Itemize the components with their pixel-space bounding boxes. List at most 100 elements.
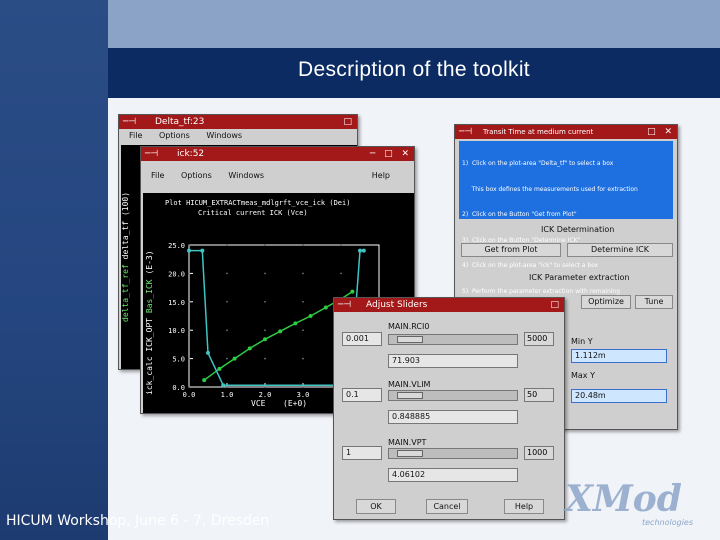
menu-file[interactable]: File xyxy=(151,171,164,180)
min-y-field[interactable]: 1.112m xyxy=(571,349,667,363)
delta-tf-title: Delta_tf:23 xyxy=(155,117,205,127)
grid-dot xyxy=(264,386,266,388)
xmod-logo-subtitle: technologies xyxy=(642,518,693,527)
grid-dot xyxy=(302,386,304,388)
window-menu-icon[interactable]: ─⊣ xyxy=(338,298,351,312)
grid-dot xyxy=(264,329,266,331)
data-point xyxy=(361,248,366,253)
data-point xyxy=(247,346,252,351)
grid-dot xyxy=(226,301,228,303)
menu-windows[interactable]: Windows xyxy=(228,171,264,180)
slider-min-rci0[interactable]: 0.001 xyxy=(342,332,382,346)
determine-ick-button[interactable]: Determine ICK xyxy=(567,243,673,257)
data-point xyxy=(323,305,328,310)
data-point xyxy=(350,289,355,294)
window-controls-icon[interactable]: □ xyxy=(550,298,562,312)
grid-dot xyxy=(264,357,266,360)
slider-thumb-vpt[interactable] xyxy=(397,450,423,457)
ick-parameter-extraction-heading: ICK Parameter extraction xyxy=(529,273,630,282)
data-point xyxy=(200,248,205,253)
y-tick-label: 15.0 xyxy=(168,299,185,307)
slider-max-rci0[interactable]: 5000 xyxy=(524,332,554,346)
window-menu-icon[interactable]: ─⊣ xyxy=(145,147,158,161)
slider-track-rci0[interactable] xyxy=(388,334,518,345)
window-menu-icon[interactable]: ─⊣ xyxy=(123,115,136,129)
optimize-button[interactable]: Optimize xyxy=(581,295,631,309)
grid-dot xyxy=(264,272,266,275)
slider-thumb-rci0[interactable] xyxy=(397,336,423,343)
window-controls-icon[interactable]: □ xyxy=(343,115,355,129)
data-point xyxy=(293,321,298,326)
delta-tf-ylabel-unit: (100) xyxy=(121,191,130,217)
slider-value-rci0[interactable]: 71.903 xyxy=(388,354,518,368)
ok-button[interactable]: OK xyxy=(356,499,396,514)
y-tick-label: 10.0 xyxy=(168,327,185,335)
cancel-button[interactable]: Cancel xyxy=(426,499,468,514)
data-point xyxy=(232,356,237,361)
instruction-line: This box defines the measurements used f… xyxy=(462,185,638,193)
window-controls-icon[interactable]: ─ □ ✕ xyxy=(370,147,412,161)
ick-determination-heading: ICK Determination xyxy=(541,225,615,234)
delta-tf-menubar: File Options Windows xyxy=(119,129,357,143)
slide-title: Description of the toolkit xyxy=(298,58,530,81)
ick-titlebar[interactable]: ─⊣ ick:52 ─ □ ✕ xyxy=(141,147,414,161)
x-tick-label: 1.0 xyxy=(221,391,234,399)
max-y-label: Max Y xyxy=(571,371,595,380)
slider-track-vlim[interactable] xyxy=(388,390,518,401)
instruction-line: 2) Click on the Button "Get from Plot" xyxy=(462,211,577,218)
grid-dot xyxy=(264,244,266,246)
help-button[interactable]: Help xyxy=(504,499,544,514)
sliders-titlebar[interactable]: ─⊣ Adjust Sliders □ xyxy=(334,298,564,312)
ick-xunit: (E+0) xyxy=(283,399,308,408)
get-from-plot-button[interactable]: Get from Plot xyxy=(461,243,561,257)
instructions-panel: 1) Click on the plot-area "Delta_tf" to … xyxy=(459,141,673,320)
grid-dot xyxy=(188,357,190,360)
menu-windows[interactable]: Windows xyxy=(206,131,242,140)
data-point xyxy=(263,337,267,342)
menu-options[interactable]: Options xyxy=(181,171,212,180)
window-controls-icon[interactable]: □ ✕ xyxy=(647,125,675,139)
slider-min-vlim[interactable]: 0.1 xyxy=(342,388,382,402)
menu-options[interactable]: Options xyxy=(159,131,190,140)
slider-value-vpt[interactable]: 4.06102 xyxy=(388,468,518,482)
slider-max-vlim[interactable]: 50 xyxy=(524,388,554,402)
slider-value-vlim[interactable]: 0.848885 xyxy=(388,410,518,424)
window-menu-icon[interactable]: ─⊣ xyxy=(459,125,472,139)
x-tick-label: 0.0 xyxy=(183,391,196,399)
grid-dot xyxy=(226,357,228,360)
slide-top-band xyxy=(108,0,720,48)
menu-help[interactable]: Help xyxy=(372,161,390,191)
slider-track-vpt[interactable] xyxy=(388,448,518,459)
delta-tf-titlebar[interactable]: ─⊣ Delta_tf:23 □ xyxy=(119,115,357,129)
series-line-ick-opt xyxy=(203,290,353,381)
slide-footer: HICUM Workshop, June 6 - 7, Dresden xyxy=(6,513,270,529)
grid-dot xyxy=(188,329,190,331)
instruction-line: 4) Click on the plot-area "ick" to selec… xyxy=(462,262,599,269)
tune-button[interactable]: Tune xyxy=(635,295,673,309)
x-tick-label: 2.0 xyxy=(259,391,272,399)
data-point xyxy=(202,378,207,383)
grid-dot xyxy=(226,244,228,246)
tune-titlebar[interactable]: ─⊣ Transit Time at medium current □ ✕ xyxy=(455,125,677,139)
adjust-sliders-window: ─⊣ Adjust Sliders □ MAIN.RCI0 0.001 5000… xyxy=(333,297,565,520)
grid-dot xyxy=(226,329,228,331)
slider-name-rci0: MAIN.RCI0 xyxy=(388,322,430,331)
slider-thumb-vlim[interactable] xyxy=(397,392,423,399)
x-tick-label: 3.0 xyxy=(297,391,310,399)
max-y-field[interactable]: 20.48m xyxy=(571,389,667,403)
ick-menubar: File Options Windows Help xyxy=(141,161,414,191)
slider-name-vlim: MAIN.VLIM xyxy=(388,380,431,389)
grid-dot xyxy=(188,386,190,388)
grid-dot xyxy=(340,272,342,275)
grid-dot xyxy=(264,301,266,303)
grid-dot xyxy=(340,244,342,246)
ick-title: ick:52 xyxy=(177,149,205,159)
grid-dot xyxy=(188,301,190,303)
slider-max-vpt[interactable]: 1000 xyxy=(524,446,554,460)
min-y-label: Min Y xyxy=(571,337,593,346)
data-point xyxy=(187,248,191,253)
menu-file[interactable]: File xyxy=(129,131,142,140)
xmod-logo: XMod xyxy=(565,478,682,520)
slider-min-vpt[interactable]: 1 xyxy=(342,446,382,460)
grid-dot xyxy=(302,272,304,275)
